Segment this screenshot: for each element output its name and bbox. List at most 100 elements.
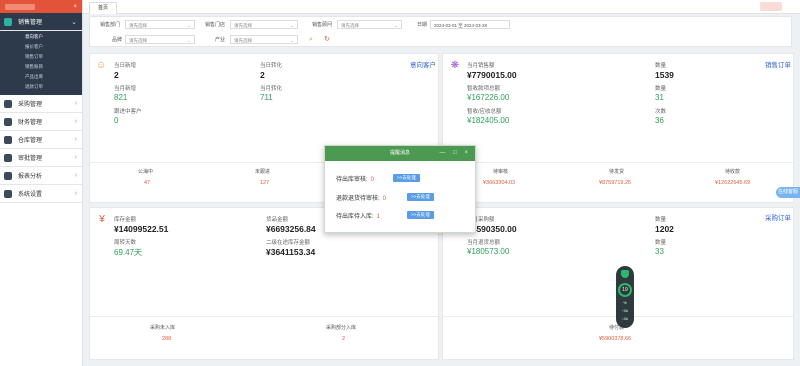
chevron-down-icon: ⌄	[187, 23, 191, 28]
to-ship-value[interactable]: ¥8759719.25	[599, 180, 631, 186]
speed-widget[interactable]: 19 % ↑0k ↓0k	[616, 266, 634, 328]
sidebar-group-sales[interactable]: 销售管理 ⌄	[0, 13, 82, 31]
date-label: 日期	[417, 22, 428, 28]
warehouse-icon	[4, 135, 12, 144]
industry-label: 产业	[215, 37, 226, 43]
upload-speed: ↑0k	[621, 308, 629, 313]
month-conv-value: 711	[260, 93, 273, 102]
sales-orders-link[interactable]: 销售订单	[765, 59, 791, 69]
brand-label: 品牌	[112, 37, 123, 43]
staff-select[interactable]: 请先选择 ⌄	[337, 20, 402, 29]
unstocked-count[interactable]: 288	[162, 336, 171, 342]
chevron-down-icon: ⌄	[394, 23, 398, 28]
month-sales-value: ¥7790015.00	[467, 70, 517, 80]
chevron-right-icon: ›	[74, 154, 77, 161]
return-count-value: 33	[655, 247, 664, 256]
user-icon: ☺	[95, 59, 107, 71]
dialog-title-bar[interactable]: 提醒消息 — □ ×	[325, 146, 475, 161]
dept-select[interactable]: 请先选择 ⌄	[125, 20, 195, 29]
divider	[90, 316, 438, 317]
sidebar-group-purchase[interactable]: 采购管理 ›	[0, 95, 82, 113]
dept-label: 销售部门	[100, 22, 121, 28]
to-pay-value[interactable]: ¥5900378.66	[599, 336, 631, 342]
top-bar: 首页	[83, 0, 800, 14]
sales-icon	[4, 17, 12, 26]
money-icon: ¥	[99, 213, 105, 225]
sales-chart-icon: ❋	[450, 59, 460, 71]
industry-select[interactable]: 请先选择 ⌄	[230, 35, 298, 44]
today-new-value: 2	[114, 70, 119, 80]
sidebar: × 销售管理 ⌄ 意向客户 报价客户 销售订单 销售账目 产品出库 退款订单 采…	[0, 0, 83, 366]
tab-home[interactable]: 首页	[89, 2, 118, 14]
sidebar-item-sales-accounts[interactable]: 销售账目	[0, 62, 82, 72]
chevron-down-icon: ⌄	[290, 23, 294, 28]
turnover-value: 69.47天	[114, 248, 143, 257]
received-count-value: 31	[655, 93, 664, 102]
reminder-row: 待出库审核: 0	[336, 177, 375, 183]
goods-value: ¥6693256.84	[266, 224, 316, 234]
chevron-down-icon: ⌄	[71, 18, 77, 26]
unfollowed-count[interactable]: 127	[260, 180, 269, 186]
sidebar-group-finance[interactable]: 财务管理 ›	[0, 113, 82, 131]
sidebar-group-approval[interactable]: 审批管理 ›	[0, 149, 82, 167]
window-controls[interactable]: — □ ×	[440, 146, 471, 161]
to-review-value[interactable]: ¥3663304.03	[483, 180, 515, 186]
sidebar-group-warehouse[interactable]: 仓库管理 ›	[0, 131, 82, 149]
report-icon	[4, 171, 12, 180]
sidebar-group-settings[interactable]: 系统设置 ›	[0, 185, 82, 203]
intent-customers-link[interactable]: 意向客户	[410, 59, 436, 69]
staff-label: 销售顾问	[312, 22, 333, 28]
sidebar-item-intent-customers[interactable]: 意向客户	[0, 32, 82, 42]
in-progress-value: 0	[114, 116, 119, 125]
settings-icon	[4, 189, 12, 198]
online-service-button[interactable]: 在线客服	[776, 187, 800, 198]
shop-label: 销售门店	[205, 22, 226, 28]
chevron-down-icon: ⌄	[187, 38, 191, 43]
brand-bar: ×	[0, 0, 82, 13]
search-icon[interactable]: ⌕	[306, 35, 316, 44]
handle-button[interactable]: >>去处理	[407, 193, 434, 201]
handle-button[interactable]: >>去处理	[407, 211, 434, 219]
partial-stocked-count[interactable]: 2	[342, 336, 345, 342]
purchase-icon	[4, 99, 12, 108]
sidebar-item-sales-orders[interactable]: 销售订单	[0, 52, 82, 62]
received-value: ¥167226.00	[467, 93, 510, 102]
chevron-right-icon: ›	[74, 100, 77, 107]
pending-value: ¥182405.00	[467, 116, 510, 125]
dialog-title: 提醒消息	[389, 150, 410, 156]
filter-bar: 销售部门 请先选择 ⌄ 销售门店 请先选择 ⌄ 销售顾问 请先选择 ⌄ 日期 2024…	[89, 16, 792, 47]
chevron-right-icon: ›	[74, 190, 77, 197]
avatar[interactable]	[760, 2, 782, 11]
sidebar-item-refund-orders[interactable]: 退款订单	[0, 82, 82, 92]
purchase-count-value: 1202	[655, 224, 674, 234]
chevron-right-icon: ›	[74, 172, 77, 179]
divider	[443, 162, 793, 163]
shop-select[interactable]: 请先选择 ⌄	[230, 20, 298, 29]
brand-select[interactable]: 请先选择 ⌄	[125, 35, 195, 44]
sidebar-submenu-sales: 意向客户 报价客户 销售订单 销售账目 产品出库 退款订单	[0, 31, 82, 95]
sea-count[interactable]: 47	[144, 180, 150, 186]
chevron-down-icon: ⌄	[290, 38, 294, 43]
purchase-orders-link[interactable]: 采购订单	[765, 212, 791, 222]
finance-icon	[4, 117, 12, 126]
refresh-icon[interactable]: ↻	[322, 35, 332, 44]
logo	[5, 3, 35, 10]
to-collect-value[interactable]: ¥12622645.69	[715, 180, 750, 186]
approval-icon	[4, 153, 12, 162]
reminder-row: 待出库待入库: 1	[336, 214, 381, 220]
sidebar-item-quote-customers[interactable]: 报价客户	[0, 42, 82, 52]
panel-sales: ❋ 销售订单 当月销售额 ¥7790015.00 数量 1539 暂收款项总额 …	[442, 53, 794, 203]
reminder-dialog: 提醒消息 — □ × 待出库审核: 0 >>去处理 退款退货待审核: 0 >>去处理…	[324, 145, 476, 233]
reminder-row: 退款退货待审核: 0	[336, 196, 387, 202]
sidebar-item-product-out[interactable]: 产品出库	[0, 72, 82, 82]
date-range-input[interactable]: 2024-03-01 至 2024-03-28	[430, 20, 510, 29]
sales-count-value: 1539	[655, 70, 674, 80]
pending-count-value: 36	[655, 116, 664, 125]
close-icon[interactable]: ×	[73, 4, 77, 10]
handle-button[interactable]: >>去处理	[393, 174, 420, 182]
usage-ring: 19	[618, 283, 632, 297]
transit-stock-value: ¥3641153.34	[266, 247, 316, 257]
sidebar-group-report[interactable]: 报表分析 ›	[0, 167, 82, 185]
download-speed: ↓0k	[621, 316, 629, 321]
chevron-right-icon: ›	[74, 136, 77, 143]
